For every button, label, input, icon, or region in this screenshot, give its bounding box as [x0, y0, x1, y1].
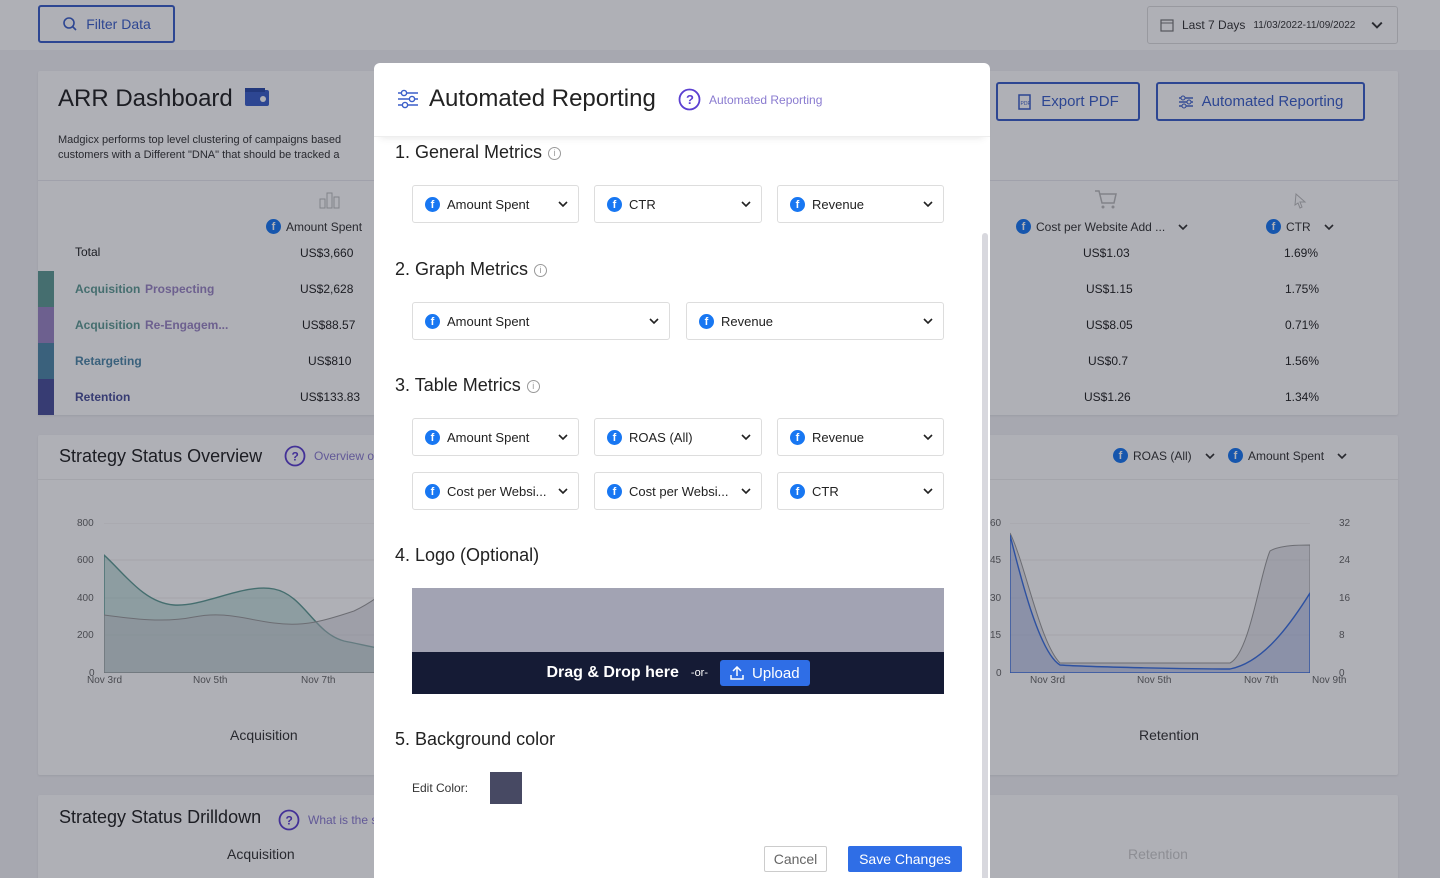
info-icon[interactable]: i: [526, 380, 540, 393]
svg-text:?: ?: [686, 92, 694, 107]
select-value: Amount Spent: [447, 313, 530, 329]
chevron-down-icon: [558, 201, 568, 208]
table-metric-select-6[interactable]: f CTR: [777, 472, 944, 510]
select-value: ROAS (All): [629, 429, 693, 445]
select-value: Cost per Websi...: [447, 483, 547, 499]
facebook-icon: f: [607, 483, 622, 499]
section-title: 1. General Metrics: [395, 142, 543, 162]
cancel-button[interactable]: Cancel: [764, 846, 827, 872]
table-metric-select-3[interactable]: f Revenue: [777, 418, 944, 456]
chevron-down-icon: [923, 201, 933, 208]
select-value: Revenue: [812, 196, 865, 212]
select-value: CTR: [812, 483, 839, 499]
general-metric-select-2[interactable]: f CTR: [594, 185, 762, 223]
sliders-icon: [398, 89, 418, 109]
chevron-down-icon: [741, 434, 751, 441]
select-value: Cost per Websi...: [629, 483, 729, 499]
table-metric-select-1[interactable]: f Amount Spent: [412, 418, 579, 456]
facebook-icon: f: [425, 196, 440, 212]
select-value: CTR: [629, 196, 656, 212]
section-background-color: 5. Background color: [395, 729, 556, 749]
upload-button[interactable]: Upload: [720, 660, 810, 686]
facebook-icon: f: [790, 429, 805, 445]
facebook-icon: f: [425, 429, 440, 445]
facebook-icon: f: [425, 313, 440, 329]
modal-header: Automated Reporting ? Automated Reportin…: [374, 63, 990, 137]
general-metric-select-3[interactable]: f Revenue: [777, 185, 944, 223]
chevron-down-icon: [741, 201, 751, 208]
logo-drop-zone[interactable]: [412, 588, 944, 652]
chevron-down-icon: [741, 488, 751, 495]
facebook-icon: f: [607, 429, 622, 445]
logo-drop-bar[interactable]: Drag & Drop here -or- Upload: [412, 652, 944, 694]
table-metric-select-5[interactable]: f Cost per Websi...: [594, 472, 762, 510]
chevron-down-icon: [923, 488, 933, 495]
select-value: Amount Spent: [447, 196, 530, 212]
chevron-down-icon: [558, 434, 568, 441]
table-metric-select-2[interactable]: f ROAS (All): [594, 418, 762, 456]
edit-color-label: Edit Color:: [412, 781, 469, 795]
facebook-icon: f: [425, 483, 440, 499]
select-value: Amount Spent: [447, 429, 530, 445]
section-title: 2. Graph Metrics: [395, 259, 529, 279]
upload-icon: [730, 666, 744, 680]
table-metric-select-4[interactable]: f Cost per Websi...: [412, 472, 579, 510]
info-icon[interactable]: i: [534, 264, 548, 277]
facebook-icon: f: [790, 196, 805, 212]
select-value: Revenue: [721, 313, 774, 329]
graph-metric-select-2[interactable]: f Revenue: [686, 302, 944, 340]
info-icon[interactable]: i: [548, 147, 562, 160]
modal-scrollbar[interactable]: [982, 233, 988, 878]
section-graph-metrics: 2. Graph Metrics i: [395, 259, 548, 280]
help-icon[interactable]: ?: [678, 88, 701, 111]
save-changes-button[interactable]: Save Changes: [848, 846, 962, 872]
color-swatch[interactable]: [490, 772, 522, 804]
chevron-down-icon: [923, 318, 933, 325]
modal-subtitle-link[interactable]: Automated Reporting: [709, 93, 822, 107]
general-metric-select-1[interactable]: f Amount Spent: [412, 185, 579, 223]
facebook-icon: f: [699, 313, 714, 329]
chevron-down-icon: [649, 318, 659, 325]
graph-metric-select-1[interactable]: f Amount Spent: [412, 302, 670, 340]
facebook-icon: f: [790, 483, 805, 499]
automated-reporting-modal: Automated Reporting ? Automated Reportin…: [374, 63, 990, 878]
modal-title: Automated Reporting: [429, 85, 656, 112]
chevron-down-icon: [923, 434, 933, 441]
section-title: 3. Table Metrics: [395, 375, 521, 395]
or-text: -or-: [690, 667, 709, 679]
section-logo: 4. Logo (Optional): [395, 545, 540, 565]
section-general-metrics: 1. General Metrics i: [395, 142, 562, 163]
facebook-icon: f: [607, 196, 622, 212]
drop-text: Drag & Drop here: [546, 664, 679, 681]
upload-label: Upload: [752, 664, 800, 682]
section-table-metrics: 3. Table Metrics i: [395, 375, 540, 396]
select-value: Revenue: [812, 429, 865, 445]
chevron-down-icon: [558, 488, 568, 495]
